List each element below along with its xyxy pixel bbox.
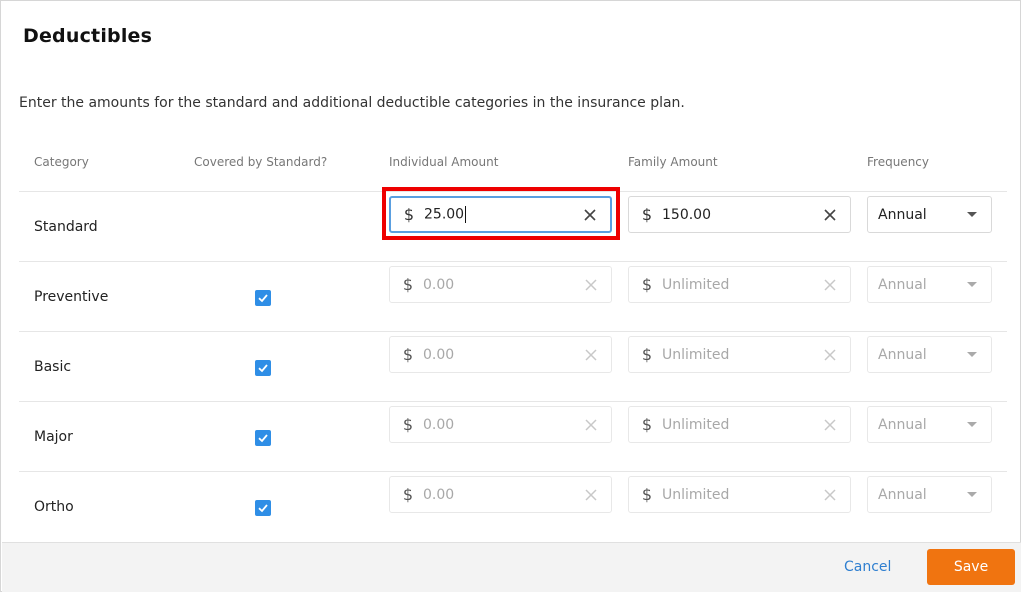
covered-checkbox[interactable] <box>255 430 271 446</box>
close-icon[interactable] <box>581 275 601 295</box>
row-category-label: Basic <box>34 359 72 375</box>
chevron-down-icon <box>967 212 977 217</box>
close-icon[interactable] <box>581 415 601 435</box>
individual-amount-placeholder: 0.00 <box>423 276 455 293</box>
column-header-covered: Covered by Standard? <box>194 155 328 169</box>
dollar-icon: $ <box>402 275 414 294</box>
cancel-button[interactable]: Cancel <box>844 559 891 575</box>
family-amount-input[interactable]: $ Unlimited <box>628 476 851 513</box>
covered-checkbox[interactable] <box>255 500 271 516</box>
frequency-value: Annual <box>878 276 927 293</box>
individual-amount-input[interactable]: $ 25.00 <box>389 196 612 233</box>
dollar-icon: $ <box>641 415 653 434</box>
check-icon <box>258 434 268 443</box>
individual-amount-value: 25.00 <box>424 206 465 223</box>
dialog-title: Deductibles <box>23 25 153 47</box>
save-button[interactable]: Save <box>927 549 1015 585</box>
close-icon[interactable] <box>820 205 840 225</box>
dialog-description: Enter the amounts for the standard and a… <box>19 95 685 111</box>
covered-checkbox[interactable] <box>255 360 271 376</box>
dollar-icon: $ <box>641 345 653 364</box>
frequency-select[interactable]: Annual <box>867 406 992 443</box>
family-amount-placeholder: Unlimited <box>662 276 730 293</box>
check-icon <box>258 294 268 303</box>
dollar-icon: $ <box>403 205 415 224</box>
row-category-label: Ortho <box>34 499 74 515</box>
individual-amount-input[interactable]: $ 0.00 <box>389 406 612 443</box>
individual-amount-placeholder: 0.00 <box>423 346 455 363</box>
row-category-label: Major <box>34 429 73 445</box>
family-amount-input[interactable]: $ 150.00 <box>628 196 851 233</box>
individual-amount-input[interactable]: $ 0.00 <box>389 336 612 373</box>
individual-amount-input[interactable]: $ 0.00 <box>389 476 612 513</box>
frequency-value: Annual <box>878 416 927 433</box>
individual-amount-placeholder: 0.00 <box>423 416 455 433</box>
family-amount-placeholder: Unlimited <box>662 486 730 503</box>
dollar-icon: $ <box>402 345 414 364</box>
text-cursor <box>465 206 467 223</box>
family-amount-input[interactable]: $ Unlimited <box>628 336 851 373</box>
frequency-value: Annual <box>878 346 927 363</box>
dollar-icon: $ <box>641 485 653 504</box>
frequency-select[interactable]: Annual <box>867 336 992 373</box>
column-header-family: Family Amount <box>628 155 718 169</box>
close-icon[interactable] <box>581 485 601 505</box>
row-category-label: Standard <box>34 219 98 235</box>
close-icon[interactable] <box>820 275 840 295</box>
check-icon <box>258 504 268 513</box>
column-header-individual: Individual Amount <box>389 155 499 169</box>
chevron-down-icon <box>967 352 977 357</box>
dollar-icon: $ <box>402 485 414 504</box>
close-icon[interactable] <box>580 205 600 225</box>
dollar-icon: $ <box>402 415 414 434</box>
column-header-category: Category <box>34 155 89 169</box>
table-row-standard: Standard $ 25.00 $ 150.00 Annual <box>19 191 1007 261</box>
check-icon <box>258 364 268 373</box>
close-icon[interactable] <box>820 485 840 505</box>
column-header-frequency: Frequency <box>867 155 929 169</box>
covered-checkbox[interactable] <box>255 290 271 306</box>
close-icon[interactable] <box>820 345 840 365</box>
table-row-major: Major $ 0.00 $ Unlimited Annual <box>19 401 1007 471</box>
family-amount-value: 150.00 <box>662 206 711 223</box>
close-icon[interactable] <box>820 415 840 435</box>
row-category-label: Preventive <box>34 289 109 305</box>
family-amount-input[interactable]: $ Unlimited <box>628 406 851 443</box>
individual-amount-input[interactable]: $ 0.00 <box>389 266 612 303</box>
frequency-select[interactable]: Annual <box>867 476 992 513</box>
family-amount-placeholder: Unlimited <box>662 346 730 363</box>
family-amount-placeholder: Unlimited <box>662 416 730 433</box>
dollar-icon: $ <box>641 275 653 294</box>
frequency-select[interactable]: Annual <box>867 266 992 303</box>
frequency-value: Annual <box>878 206 927 223</box>
deductibles-dialog: Deductibles Enter the amounts for the st… <box>0 0 1021 592</box>
table-row-ortho: Ortho $ 0.00 $ Unlimited Annual <box>19 471 1007 541</box>
family-amount-input[interactable]: $ Unlimited <box>628 266 851 303</box>
frequency-value: Annual <box>878 486 927 503</box>
close-icon[interactable] <box>581 345 601 365</box>
chevron-down-icon <box>967 282 977 287</box>
chevron-down-icon <box>967 422 977 427</box>
individual-amount-placeholder: 0.00 <box>423 486 455 503</box>
table-row-preventive: Preventive $ 0.00 $ Unlimited Annual <box>19 261 1007 331</box>
dollar-icon: $ <box>641 205 653 224</box>
frequency-select[interactable]: Annual <box>867 196 992 233</box>
table-row-basic: Basic $ 0.00 $ Unlimited Annual <box>19 331 1007 401</box>
chevron-down-icon <box>967 492 977 497</box>
